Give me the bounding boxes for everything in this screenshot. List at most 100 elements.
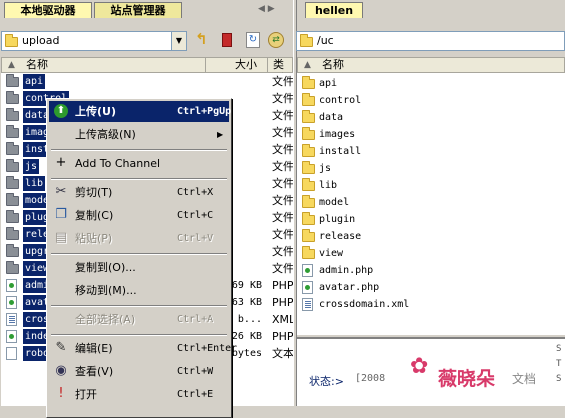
menu-item-shortcut: Ctrl+V [177, 233, 214, 244]
folder-icon [300, 34, 313, 47]
file-type: 文本 [272, 347, 294, 360]
folder-icon [6, 74, 19, 87]
folder-icon [6, 227, 19, 240]
file-type: 文件 [272, 109, 294, 122]
file-name: avatar.php [319, 282, 380, 293]
file-type: 文件 [272, 126, 294, 139]
list-item[interactable]: data [297, 109, 565, 126]
list-item[interactable]: plugin [297, 211, 565, 228]
open-icon: ! [58, 386, 64, 401]
list-item[interactable]: release [297, 228, 565, 245]
list-item[interactable]: api [297, 75, 565, 92]
menu-item: 全部选择(A) Ctrl+A [49, 309, 229, 330]
file-type: 文件 [272, 228, 294, 241]
watermark-text: 薇晓朵 [438, 368, 496, 390]
column-name-header[interactable]: 名称 [26, 58, 48, 72]
paste-icon: ▤ [54, 230, 68, 245]
go-up-icon[interactable]: ↰ [195, 32, 211, 48]
menu-item[interactable]: + Add To Channel [49, 153, 229, 174]
menu-item-shortcut: Ctrl+Enter [177, 343, 238, 354]
menu-item[interactable]: 移动到(M)... [49, 280, 229, 301]
file-name: release [319, 231, 362, 242]
file-type: 文件 [272, 262, 294, 275]
file-name: api [319, 78, 338, 89]
folder-icon [6, 261, 19, 274]
file-name: model [319, 197, 350, 208]
path-dropdown-button[interactable]: ▼ [171, 31, 187, 51]
menu-item-label: 移动到(M)... [75, 284, 137, 297]
sort-arrow-icon[interactable]: ▲ [304, 58, 311, 72]
folder-icon [302, 144, 315, 157]
sort-arrow-icon[interactable]: ▲ [8, 58, 15, 72]
status-value: [2008 [355, 373, 386, 384]
folder-icon [6, 193, 19, 206]
column-name-header[interactable]: 名称 [322, 58, 344, 72]
menu-item[interactable]: ❐ 复制(C) Ctrl+C [49, 205, 229, 226]
menu-item-label: 上传(U) [75, 105, 116, 118]
tab-scroll-arrows[interactable]: ◀ ▶ [258, 4, 288, 16]
menu-item[interactable]: 复制到(O)... [49, 257, 229, 278]
list-item[interactable]: lib [297, 177, 565, 194]
file-name: data [319, 112, 344, 123]
list-item[interactable]: crossdomain.xml [297, 296, 565, 313]
upload-arrow-icon: ⬆ [54, 104, 68, 118]
menu-item[interactable]: 上传高级(N) ▶ [49, 124, 229, 145]
file-name: api [23, 74, 46, 89]
status-label: 状态:> [309, 375, 344, 388]
menu-item[interactable]: ! 打开 Ctrl+E [49, 384, 229, 405]
right-file-list[interactable]: api control data images install js lib model plu… [297, 73, 565, 335]
file-name: plugin [319, 214, 356, 225]
folder-icon [302, 229, 315, 242]
list-item[interactable]: model [297, 194, 565, 211]
folder-icon [5, 34, 18, 47]
php-file-icon [6, 296, 17, 309]
scissors-icon: ✂ [55, 184, 67, 199]
connect-icon[interactable]: ⇄ [268, 32, 284, 48]
folder-icon [302, 195, 315, 208]
file-name: js [319, 163, 332, 174]
menu-separator [51, 305, 227, 307]
menu-item-label: 全部选择(A) [75, 313, 136, 326]
folder-icon [6, 159, 19, 172]
list-item[interactable]: js [297, 160, 565, 177]
menu-separator [51, 334, 227, 336]
tab-local-drives[interactable]: 本地驱动器 [4, 2, 92, 18]
list-item[interactable]: avatar.php [297, 279, 565, 296]
menu-item-shortcut: Ctrl+W [177, 366, 214, 377]
menu-item[interactable]: ✎ 编辑(E) Ctrl+Enter [49, 338, 238, 359]
menu-item-label: 复制(C) [75, 209, 114, 222]
file-type: 文件 [272, 245, 294, 258]
folder-icon [302, 76, 315, 89]
menu-item-label: Add To Channel [75, 157, 161, 170]
list-item[interactable]: install [297, 143, 565, 160]
list-item[interactable]: view [297, 245, 565, 262]
column-size-header[interactable]: 大小 [235, 58, 257, 72]
menu-item-shortcut: Ctrl+X [177, 187, 214, 198]
list-item[interactable]: admin.php [297, 262, 565, 279]
folder-icon [302, 212, 315, 225]
menu-item[interactable]: ✂ 剪切(T) Ctrl+X [49, 182, 229, 203]
flower-icon: ✿ [410, 354, 429, 379]
xml-file-icon [6, 313, 17, 326]
file-name: crossdomain.xml [319, 299, 410, 310]
tab-hellen[interactable]: hellen [305, 2, 363, 18]
menu-item[interactable]: ◉ 查看(V) Ctrl+W [49, 361, 229, 382]
list-item[interactable]: control [297, 92, 565, 109]
file-type: PHP [272, 330, 294, 343]
menu-item-shortcut: Ctrl+A [177, 314, 214, 325]
file-name: control [319, 95, 362, 106]
bookmark-icon[interactable] [222, 33, 232, 47]
left-path-field[interactable]: upload [1, 31, 173, 51]
menu-item-label: 剪切(T) [75, 186, 113, 199]
list-item[interactable]: images [297, 126, 565, 143]
folder-icon [302, 127, 315, 140]
file-type: 文件 [272, 75, 294, 88]
menu-item[interactable]: ⬆ 上传(U) Ctrl+PgUp [49, 101, 231, 122]
menu-separator [51, 253, 227, 255]
right-path-field[interactable]: /uc [296, 31, 565, 51]
refresh-icon[interactable]: ↻ [246, 32, 260, 48]
table-row[interactable]: api 文件 [1, 73, 294, 90]
right-path-value: /uc [317, 34, 334, 47]
tab-site-manager[interactable]: 站点管理器 [94, 2, 182, 18]
menu-item-label: 粘贴(P) [75, 232, 113, 245]
